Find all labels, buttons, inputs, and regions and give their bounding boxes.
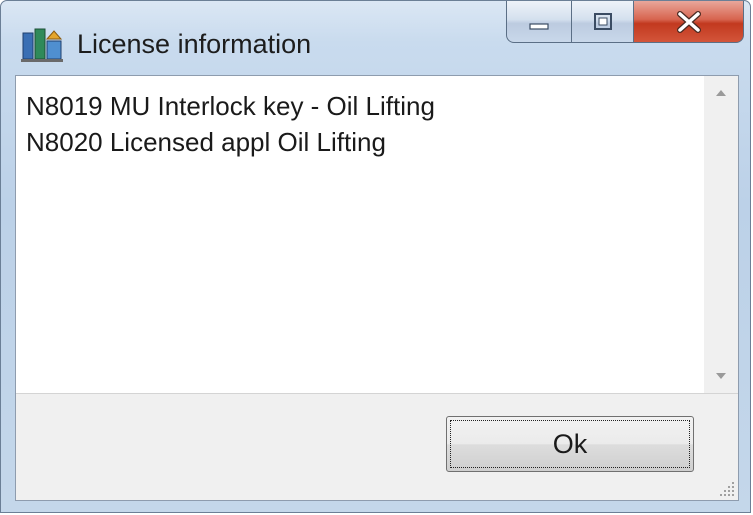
list-item[interactable]: N8020 Licensed appl Oil Lifting — [26, 124, 435, 160]
license-information-window: License information N8019 MU Interlock k… — [0, 0, 751, 513]
maximize-icon — [593, 12, 612, 30]
scroll-down-button[interactable] — [704, 359, 738, 393]
close-button[interactable] — [634, 1, 744, 43]
scroll-up-arrow-icon — [716, 90, 726, 96]
vertical-scrollbar[interactable] — [704, 76, 738, 393]
window-title: License information — [77, 29, 312, 59]
ok-button-label: Ok — [552, 428, 588, 459]
license-list[interactable]: N8019 MU Interlock key - Oil Lifting N80… — [16, 76, 738, 394]
caption-buttons — [506, 1, 744, 45]
scroll-down-arrow-icon — [716, 373, 726, 379]
maximize-button[interactable] — [572, 1, 634, 43]
dialog-client-area: N8019 MU Interlock key - Oil Lifting N80… — [15, 75, 739, 501]
license-list-items: N8019 MU Interlock key - Oil Lifting N80… — [26, 88, 435, 160]
close-icon — [676, 10, 701, 33]
scroll-up-button[interactable] — [704, 76, 738, 110]
minimize-icon — [529, 22, 549, 30]
minimize-button[interactable] — [506, 1, 572, 43]
license-app-icon — [21, 28, 63, 62]
title-bar[interactable]: License information — [1, 1, 750, 75]
ok-button[interactable]: Ok — [446, 416, 694, 472]
list-item[interactable]: N8019 MU Interlock key - Oil Lifting — [26, 88, 435, 124]
resize-grip-icon[interactable] — [714, 476, 736, 498]
